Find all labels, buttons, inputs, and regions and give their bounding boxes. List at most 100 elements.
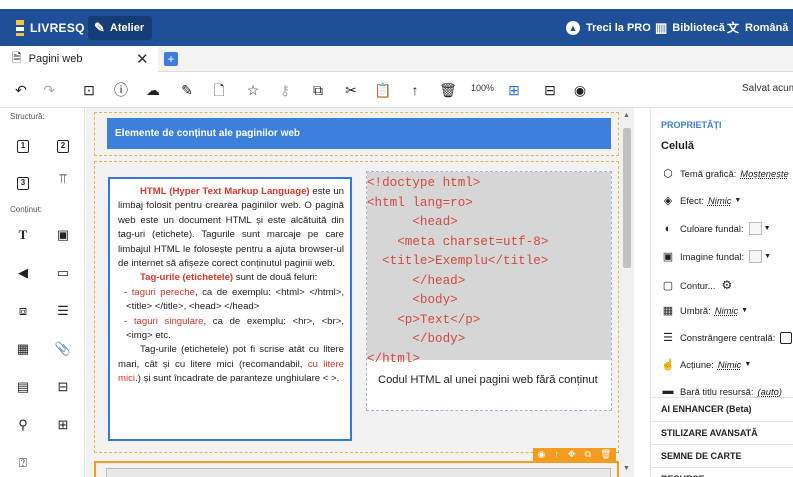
delete-icon[interactable]: 🗑 bbox=[439, 80, 457, 100]
location-icon[interactable]: ⚲ bbox=[13, 416, 33, 434]
eye-icon[interactable]: ◉ bbox=[571, 80, 589, 100]
section-header[interactable]: Elemente de conținut ale paginilor web bbox=[107, 118, 611, 149]
redo-icon[interactable]: ↷ bbox=[40, 80, 58, 100]
effect-label: Efect: bbox=[680, 195, 704, 206]
center-constraint-property[interactable]: ☰ Constrângere centrală: bbox=[661, 331, 793, 344]
code-line: <head> bbox=[367, 215, 458, 229]
cut-icon[interactable]: ✂ bbox=[342, 80, 360, 100]
chevron-down-icon: ▼ bbox=[744, 361, 752, 368]
zoom-level[interactable]: 100% bbox=[471, 83, 494, 93]
cloud-upload-icon[interactable]: ☁ bbox=[144, 80, 162, 100]
code-line: </body> bbox=[367, 332, 466, 346]
upgrade-pro-button[interactable]: ▲ Treci la PRO bbox=[566, 9, 651, 46]
undo-icon[interactable]: ↶ bbox=[12, 80, 30, 100]
gear-icon[interactable]: ⚙ bbox=[721, 278, 732, 292]
drag-handle-icon[interactable]: ✥ bbox=[568, 448, 576, 461]
scroll-up-icon[interactable]: ▲ bbox=[623, 112, 630, 119]
next-block[interactable] bbox=[106, 468, 611, 477]
copy-icon[interactable]: ⧉ bbox=[309, 80, 327, 100]
bgimage-property[interactable]: ▣ Imagine fundal: ▼ bbox=[661, 250, 771, 263]
table-icon[interactable]: ⊟ bbox=[53, 378, 73, 396]
calculator-icon[interactable]: ▦ bbox=[13, 340, 33, 358]
shadow-icon: ▦ bbox=[662, 305, 674, 317]
info-icon[interactable]: ⓘ bbox=[112, 80, 130, 100]
gallery-icon[interactable]: ⧈ bbox=[13, 302, 33, 320]
text-align-icon[interactable]: ⫪ bbox=[53, 170, 73, 188]
intro-text: este un limbaj folosit pentru crearea pa… bbox=[118, 186, 344, 270]
save-status: Salvat acum bbox=[742, 83, 793, 94]
list-icon[interactable]: ☰ bbox=[53, 302, 73, 320]
border-property[interactable]: ▢ Contur... ⚙ bbox=[661, 278, 732, 292]
bgcolor-property[interactable]: ◐ Culoare fundal: ▼ bbox=[661, 222, 771, 235]
audio-icon[interactable]: ◀ bbox=[13, 264, 33, 282]
advanced-styling-section[interactable]: STILIZARE AVANSATĂ bbox=[651, 421, 793, 443]
attachment-icon[interactable]: 📎 bbox=[53, 340, 73, 358]
paragraph-case: Tag-urile (etichetele) pot fi scrise atâ… bbox=[118, 343, 344, 386]
text-icon[interactable]: T bbox=[13, 226, 33, 244]
star-icon[interactable]: ☆ bbox=[244, 80, 262, 100]
chevron-down-icon: ▼ bbox=[741, 307, 749, 314]
list-item-paired: - taguri pereche, ca de exemplu: <html> … bbox=[118, 286, 344, 315]
document-icon[interactable]: ▤ bbox=[13, 378, 33, 396]
border-icon: ▢ bbox=[662, 279, 674, 292]
quiz-icon[interactable]: ⍰ bbox=[13, 454, 33, 472]
scroll-thumb[interactable] bbox=[623, 128, 631, 268]
color-swatch[interactable] bbox=[748, 222, 762, 235]
page-settings-icon[interactable]: 🗋 bbox=[210, 80, 228, 100]
three-column-icon[interactable]: 3 bbox=[13, 172, 33, 190]
selected-text-cell[interactable]: HTML (Hyper Text Markup Language) este u… bbox=[108, 177, 352, 441]
rocket-icon: ▲ bbox=[566, 20, 580, 35]
logo-icon bbox=[16, 19, 24, 36]
key-icon[interactable]: ⚷ bbox=[276, 80, 294, 100]
move-up-icon[interactable]: ↑ bbox=[554, 448, 559, 461]
duplicate-icon[interactable]: ⧉ bbox=[585, 448, 591, 461]
close-tab-icon[interactable]: ✕ bbox=[136, 50, 149, 68]
center-checkbox[interactable] bbox=[780, 331, 793, 344]
theme-value[interactable]: Moștenește bbox=[740, 168, 788, 179]
one-column-icon[interactable]: 1 bbox=[13, 135, 33, 153]
shadow-value[interactable]: Nimic bbox=[715, 305, 738, 316]
two-column-icon[interactable]: 2 bbox=[53, 135, 73, 153]
titlebar-property[interactable]: ▬ Bară titlu resursă: (auto) bbox=[661, 385, 782, 397]
properties-subtitle: Celulă bbox=[661, 140, 695, 152]
tags-text: sunt de două feluri: bbox=[233, 272, 318, 284]
shadow-property[interactable]: ▦ Umbră: Nimic ▼ bbox=[661, 304, 748, 317]
paste-icon[interactable]: 📋 bbox=[374, 80, 392, 100]
preview-icon[interactable]: ⊡ bbox=[80, 80, 98, 100]
action-value[interactable]: Nimic bbox=[718, 359, 741, 370]
add-tab-button[interactable]: + bbox=[164, 52, 178, 66]
effect-value[interactable]: Nimic bbox=[708, 195, 731, 206]
image-icon[interactable]: ▣ bbox=[53, 226, 73, 244]
grid-icon[interactable]: ⊞ bbox=[505, 80, 523, 100]
tags-term: Tag-urile (etichetele) bbox=[140, 272, 234, 284]
image-swatch[interactable] bbox=[749, 250, 763, 263]
eye-icon[interactable]: ◉ bbox=[538, 448, 546, 461]
video-icon[interactable]: ▭ bbox=[53, 264, 73, 282]
bookmarks-section[interactable]: SEMNE DE CARTE bbox=[651, 444, 793, 466]
code-image: <!doctype html> <html lang=ro> <head> <me… bbox=[367, 172, 611, 366]
move-up-icon[interactable]: ↑ bbox=[406, 80, 424, 100]
canvas-scrollbar[interactable]: ▲ ▼ bbox=[620, 108, 634, 477]
edit-icon[interactable]: ✎ bbox=[178, 80, 196, 100]
crossword-icon[interactable]: ⊞ bbox=[53, 416, 73, 434]
page-canvas: Elemente de conținut ale paginilor web H… bbox=[86, 108, 620, 477]
language-selector[interactable]: 文Română▼ bbox=[727, 9, 793, 46]
tab-pagini-web[interactable]: 🗎 Pagini web ✕ bbox=[0, 46, 158, 72]
ai-enhancer-section[interactable]: AI ENHANCER (Beta) bbox=[651, 397, 793, 419]
chevron-down-icon: ▼ bbox=[734, 197, 742, 204]
titlebar-value[interactable]: (auto) bbox=[757, 386, 782, 397]
effect-property[interactable]: ◈ Efect: Nimic ▼ bbox=[661, 194, 742, 207]
paired-tags-term: taguri pereche bbox=[131, 286, 195, 298]
code-line: <body> bbox=[367, 293, 458, 307]
layout-icon[interactable]: ⊟ bbox=[541, 80, 559, 100]
atelier-label: Atelier bbox=[109, 22, 145, 34]
scroll-down-icon[interactable]: ▼ bbox=[623, 465, 630, 472]
action-property[interactable]: ☝ Acțiune: Nimic ▼ bbox=[661, 358, 751, 371]
palette-icon: ◐ bbox=[664, 222, 672, 235]
theme-property[interactable]: ⬡ Temă grafică: Moștenește bbox=[661, 167, 789, 180]
resources-section[interactable]: RESURSE bbox=[651, 467, 793, 477]
delete-icon[interactable]: 🗑 bbox=[600, 448, 611, 461]
atelier-button[interactable]: ✎ Atelier bbox=[88, 16, 153, 40]
app-logo[interactable]: LIVRESQ bbox=[16, 9, 85, 46]
library-button[interactable]: ▥ Bibliotecă bbox=[655, 9, 725, 46]
